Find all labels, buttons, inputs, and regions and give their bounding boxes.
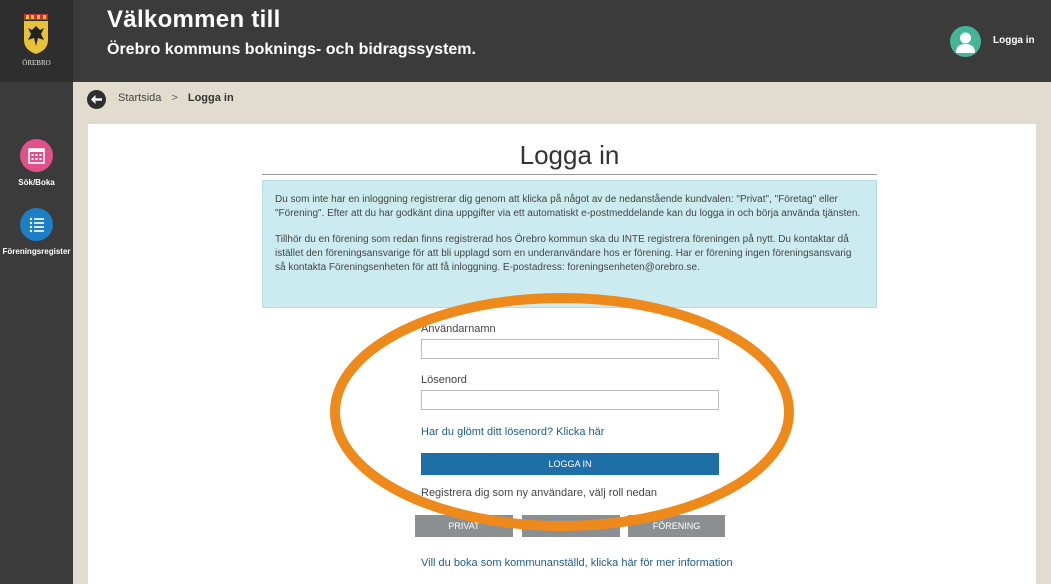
sidebar-item-label: Föreningsregister (2, 247, 71, 256)
login-link[interactable]: Logga in (993, 35, 1035, 46)
role-button-privat[interactable]: PRIVAT (415, 515, 513, 537)
sidebar-item-sok-boka[interactable]: Sök/Boka (0, 139, 73, 187)
login-button[interactable]: LOGGA IN (421, 453, 719, 475)
password-field[interactable] (421, 390, 719, 410)
breadcrumb-home[interactable]: Startsida (118, 92, 161, 104)
site-subtitle: Örebro kommuns boknings- och bidragssyst… (107, 41, 476, 58)
sidebar: Sök/Boka Föreningsregister (0, 82, 73, 584)
register-instruction: Registrera dig som ny användare, välj ro… (421, 487, 658, 499)
forgot-password-link[interactable]: Har du glömt ditt lösenord? Klicka här (421, 426, 604, 438)
role-button-foretag[interactable]: FÖRETAG (522, 515, 620, 537)
role-button-forening[interactable]: FÖRENING (628, 515, 725, 537)
title-divider (262, 174, 877, 175)
breadcrumb-separator: > (171, 92, 178, 104)
username-label: Användarnamn (421, 323, 496, 335)
page-title: Logga in (519, 140, 620, 170)
password-label: Lösenord (421, 374, 467, 386)
breadcrumb-current: Logga in (187, 92, 234, 104)
logo[interactable]: ÖREBRO (0, 0, 73, 82)
top-header: ÖREBRO Välkommen till Örebro kommuns bok… (0, 0, 1051, 82)
breadcrumb: Startsida > Logga in (73, 82, 1051, 115)
calendar-icon (20, 139, 53, 172)
username-field[interactable] (421, 339, 719, 359)
user-icon[interactable] (950, 26, 981, 57)
list-icon (20, 208, 53, 241)
staff-booking-link[interactable]: Vill du boka som kommunanställd, klicka … (421, 556, 741, 570)
info-box: Du som inte har en inloggning registrera… (262, 180, 877, 308)
site-title: Välkommen till (107, 6, 281, 33)
sidebar-item-label: Sök/Boka (18, 178, 55, 187)
logo-text: ÖREBRO (22, 59, 51, 67)
sidebar-item-foreningsregister[interactable]: Föreningsregister (0, 208, 73, 256)
info-paragraph: Du som inte har en inloggning registrera… (275, 194, 861, 219)
arrow-left-icon[interactable] (87, 90, 106, 109)
coat-of-arms-icon (24, 14, 48, 54)
info-paragraph: Tillhör du en förening som redan finns r… (275, 234, 852, 273)
breadcrumb-trail: Startsida > Logga in (118, 92, 234, 104)
